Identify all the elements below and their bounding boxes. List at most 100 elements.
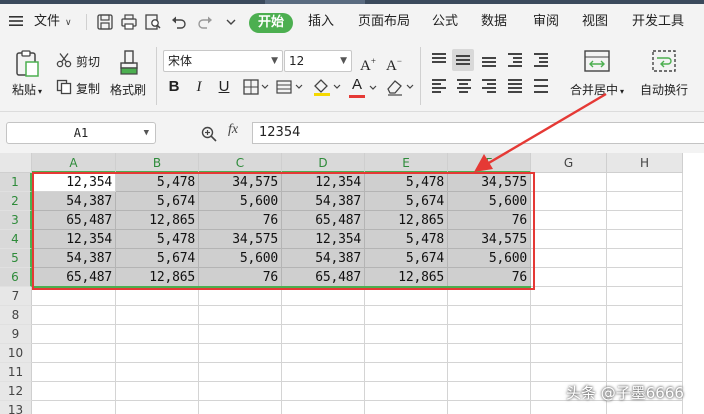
column-header-h[interactable]: H <box>607 153 683 173</box>
cell-a11[interactable] <box>32 363 116 382</box>
cell-a5[interactable]: 54,387 <box>32 249 116 268</box>
cell-d12[interactable] <box>282 382 365 401</box>
cell-c11[interactable] <box>199 363 282 382</box>
cell-c8[interactable] <box>199 306 282 325</box>
cell-b12[interactable] <box>116 382 199 401</box>
cut-button[interactable]: 剪切 <box>76 53 100 70</box>
cell-b8[interactable] <box>116 306 199 325</box>
format-painter-icon[interactable] <box>118 49 140 77</box>
cell-f6[interactable]: 76 <box>448 268 531 287</box>
cell-h8[interactable] <box>607 306 683 325</box>
cell-e8[interactable] <box>365 306 448 325</box>
cell-g10[interactable] <box>531 344 607 363</box>
cell-a13[interactable] <box>32 401 116 414</box>
shrink-font-button[interactable]: A− <box>384 51 404 74</box>
tab-page-layout[interactable]: 页面布局 <box>358 4 410 39</box>
cell-c7[interactable] <box>199 287 282 306</box>
cell-g6[interactable] <box>531 268 607 287</box>
cell-d1[interactable]: 12,354 <box>282 173 365 192</box>
cell-c2[interactable]: 5,600 <box>199 192 282 211</box>
cell-c13[interactable] <box>199 401 282 414</box>
align-center-icon[interactable] <box>455 77 473 95</box>
cell-f5[interactable]: 5,600 <box>448 249 531 268</box>
cell-d13[interactable] <box>282 401 365 414</box>
decrease-indent-icon[interactable] <box>506 51 524 69</box>
copy-icon[interactable] <box>56 79 72 95</box>
cell-a10[interactable] <box>32 344 116 363</box>
cell-d7[interactable] <box>282 287 365 306</box>
cell-b7[interactable] <box>116 287 199 306</box>
column-header-g[interactable]: G <box>531 153 607 173</box>
cell-f12[interactable] <box>448 382 531 401</box>
justify-icon[interactable] <box>506 77 524 95</box>
underline-button[interactable]: U <box>215 77 233 97</box>
font-color-dropdown-icon[interactable] <box>368 83 378 93</box>
cell-a9[interactable] <box>32 325 116 344</box>
row-header-2[interactable]: 2 <box>0 192 32 211</box>
cell-d6[interactable]: 65,487 <box>282 268 365 287</box>
cell-b3[interactable]: 12,865 <box>116 211 199 230</box>
tab-review[interactable]: 审阅 <box>533 4 559 39</box>
cell-h5[interactable] <box>607 249 683 268</box>
italic-button[interactable]: I <box>190 77 208 97</box>
file-menu[interactable]: 文件 ∨ <box>34 4 72 39</box>
increase-indent-icon[interactable] <box>532 51 550 69</box>
cell-f7[interactable] <box>448 287 531 306</box>
cell-e13[interactable] <box>365 401 448 414</box>
cell-e9[interactable] <box>365 325 448 344</box>
cell-f9[interactable] <box>448 325 531 344</box>
font-color-button[interactable]: A <box>348 75 366 95</box>
insert-function-button[interactable]: fx <box>228 122 238 138</box>
cell-h6[interactable] <box>607 268 683 287</box>
cell-e7[interactable] <box>365 287 448 306</box>
column-header-b[interactable]: B <box>116 153 199 173</box>
column-header-e[interactable]: E <box>365 153 448 173</box>
cell-b10[interactable] <box>116 344 199 363</box>
cell-c6[interactable]: 76 <box>199 268 282 287</box>
row-header-7[interactable]: 7 <box>0 287 32 306</box>
cell-a3[interactable]: 65,487 <box>32 211 116 230</box>
row-header-9[interactable]: 9 <box>0 325 32 344</box>
cell-c12[interactable] <box>199 382 282 401</box>
cell-g3[interactable] <box>531 211 607 230</box>
column-header-f[interactable]: F <box>448 153 531 173</box>
cell-style-icon[interactable] <box>276 79 304 95</box>
cell-b6[interactable]: 12,865 <box>116 268 199 287</box>
align-right-icon[interactable] <box>480 77 498 95</box>
undo-icon[interactable] <box>170 13 188 31</box>
cell-e2[interactable]: 5,674 <box>365 192 448 211</box>
cell-c9[interactable] <box>199 325 282 344</box>
cell-g4[interactable] <box>531 230 607 249</box>
cell-b11[interactable] <box>116 363 199 382</box>
wrap-text-button[interactable]: 自动换行 <box>640 81 688 98</box>
paste-button[interactable]: 粘贴 ▾ <box>12 81 42 98</box>
tab-insert[interactable]: 插入 <box>308 4 334 39</box>
formula-input[interactable]: 12354 <box>252 122 704 144</box>
cell-f10[interactable] <box>448 344 531 363</box>
cell-g9[interactable] <box>531 325 607 344</box>
cell-g1[interactable] <box>531 173 607 192</box>
cell-b5[interactable]: 5,674 <box>116 249 199 268</box>
cell-d10[interactable] <box>282 344 365 363</box>
cell-d8[interactable] <box>282 306 365 325</box>
cell-a8[interactable] <box>32 306 116 325</box>
paste-icon[interactable] <box>14 49 40 79</box>
column-header-d[interactable]: D <box>282 153 365 173</box>
cell-f8[interactable] <box>448 306 531 325</box>
save-icon[interactable] <box>96 13 114 31</box>
cell-d9[interactable] <box>282 325 365 344</box>
font-size-select[interactable]: 12 ▼ <box>284 50 352 72</box>
row-header-1[interactable]: 1 <box>0 173 32 192</box>
cell-f2[interactable]: 5,600 <box>448 192 531 211</box>
row-header-5[interactable]: 5 <box>0 249 32 268</box>
row-header-3[interactable]: 3 <box>0 211 32 230</box>
cell-g8[interactable] <box>531 306 607 325</box>
cell-f1[interactable]: 34,575 <box>448 173 531 192</box>
distributed-align-icon[interactable] <box>532 77 550 95</box>
bold-button[interactable]: B <box>165 77 183 97</box>
cell-a12[interactable] <box>32 382 116 401</box>
cell-e3[interactable]: 12,865 <box>365 211 448 230</box>
cell-c10[interactable] <box>199 344 282 363</box>
cell-h3[interactable] <box>607 211 683 230</box>
cell-a1[interactable]: 12,354 <box>32 173 116 192</box>
